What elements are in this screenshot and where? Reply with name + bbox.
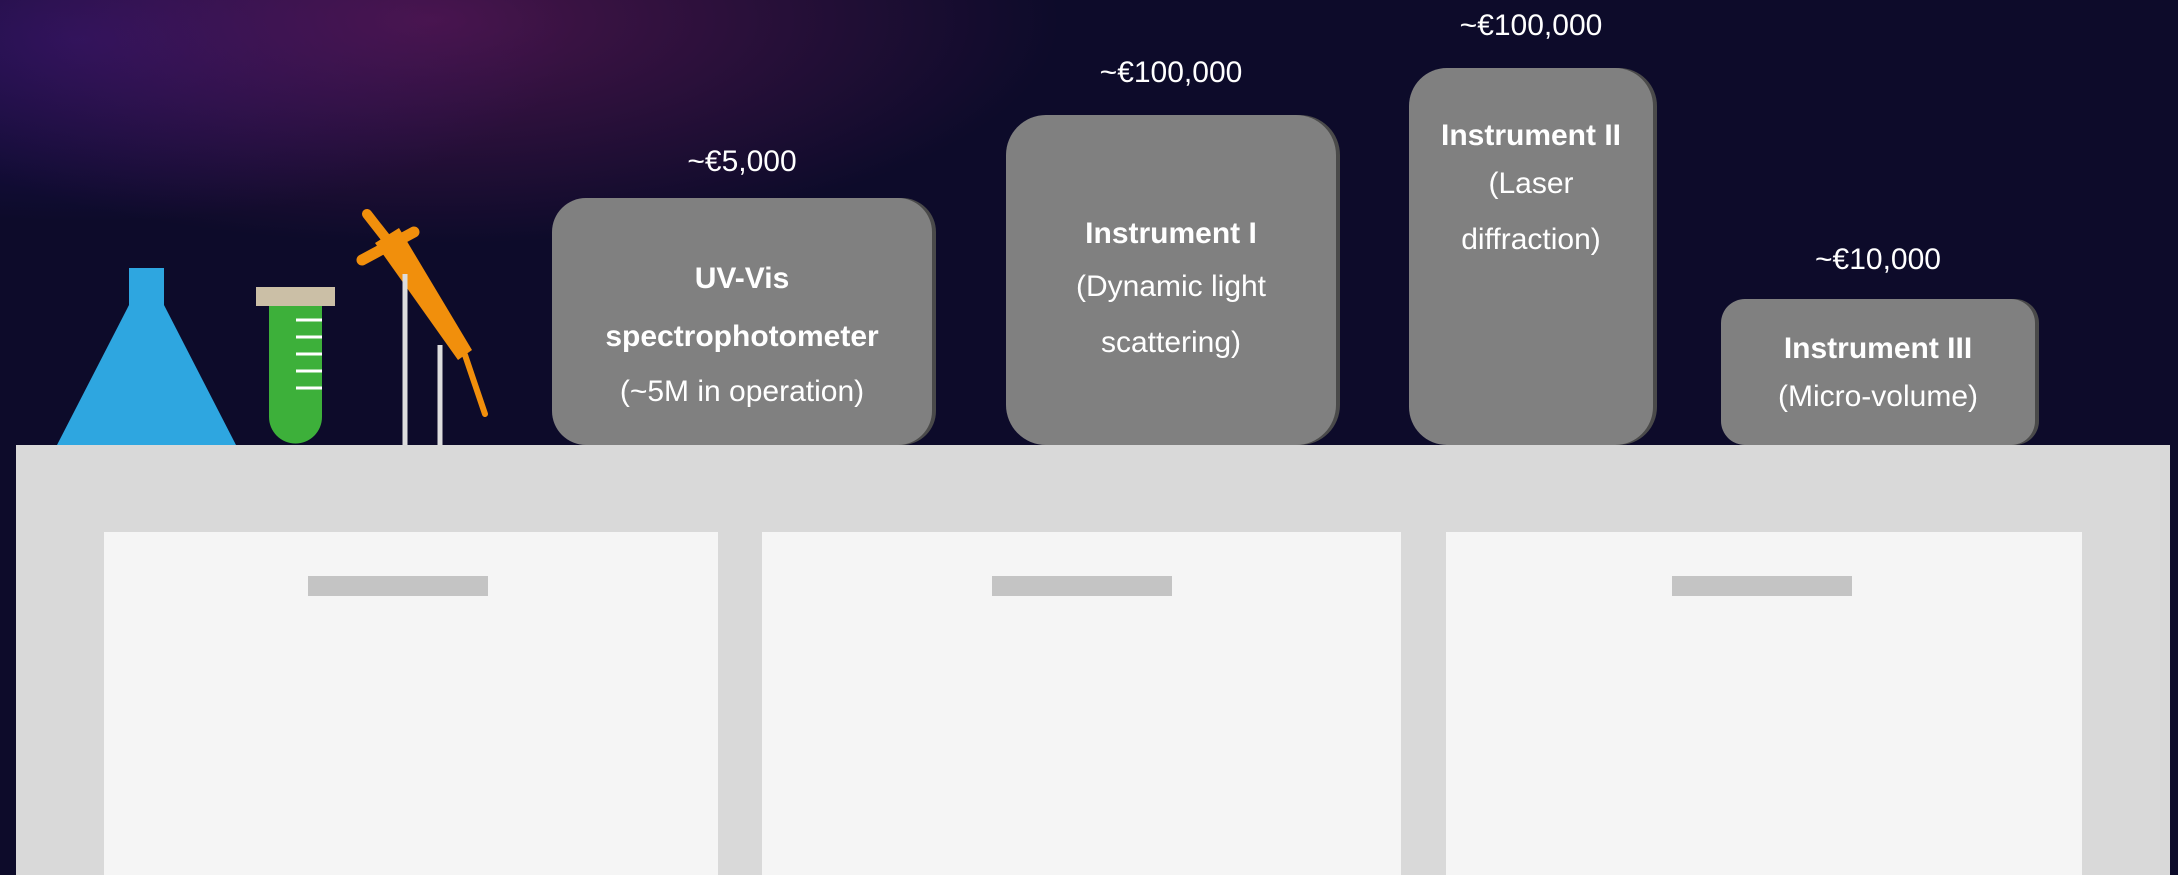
cabinet-handle (1672, 576, 1852, 596)
instrument-iii-micro-volume: Instrument III (Micro-volume) (1721, 299, 2035, 445)
uv-vis-spectrophotometer-instrument: UV-Vis spectrophotometer (~5M in operati… (552, 198, 932, 445)
instrument-title: UV-Vis spectrophotometer (605, 262, 879, 353)
instrument-subtitle: (Laser diffraction) (1461, 167, 1601, 256)
glassware-group (57, 209, 488, 445)
instrument-i-dynamic-light-scattering: Instrument I (Dynamic light scattering) (1006, 115, 1336, 445)
instrument-subtitle: (~5M in operation) (619, 375, 865, 408)
cabinet-door-middle (762, 532, 1401, 875)
instrument-title: Instrument I (1085, 217, 1257, 250)
price-label-instrument-i: ~€100,000 (1099, 56, 1243, 89)
lab-scene: ~€5,000 UV-Vis spectrophotometer (~5M in… (0, 0, 2178, 875)
cabinet-handle (308, 576, 488, 596)
cabinet-door-left (104, 532, 718, 875)
instrument-subtitle: (Dynamic light scattering) (1075, 270, 1267, 359)
cabinet-door-right (1446, 532, 2082, 875)
instrument-ii-laser-diffraction: Instrument II (Laser diffraction) (1409, 68, 1653, 445)
price-label-instrument-ii: ~€100,000 (1459, 9, 1603, 42)
instrument-title: Instrument II (1440, 119, 1621, 152)
test-tube-icon (256, 287, 335, 444)
price-label-instrument-iii: ~€10,000 (1815, 243, 1941, 276)
cabinet-handle (992, 576, 1172, 596)
flask-icon (57, 268, 236, 445)
price-label-uv-vis: ~€5,000 (687, 145, 797, 178)
instrument-title: Instrument III (1783, 332, 1973, 365)
instrument-subtitle: (Micro-volume) (1777, 380, 1978, 413)
pipette-icon (356, 209, 488, 445)
lab-bench (16, 445, 2170, 875)
